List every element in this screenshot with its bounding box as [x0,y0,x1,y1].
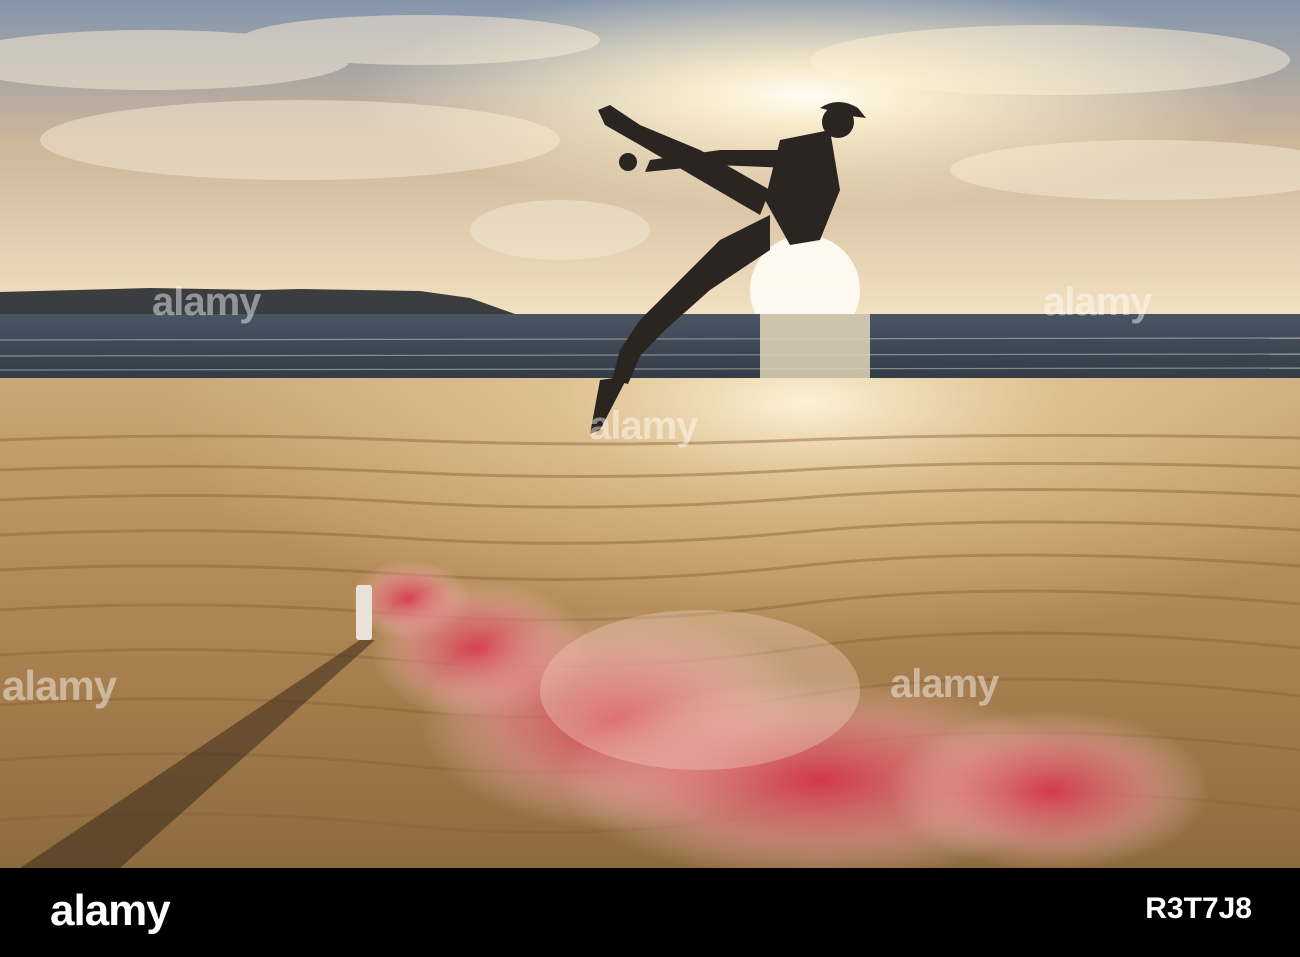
sun-reflection [760,314,870,386]
stock-photo-frame: alamy alamy alamy alamy alamy alamy R3T7… [0,0,1300,957]
beach-photo: alamy alamy alamy alamy alamy [0,0,1300,868]
alamy-logo[interactable]: alamy [50,886,171,936]
stock-footer-bar: alamy R3T7J8 [0,868,1300,957]
smoke-can [356,585,372,640]
beach-scene [0,0,1300,868]
stock-image-id: R3T7J8 [1145,892,1252,925]
